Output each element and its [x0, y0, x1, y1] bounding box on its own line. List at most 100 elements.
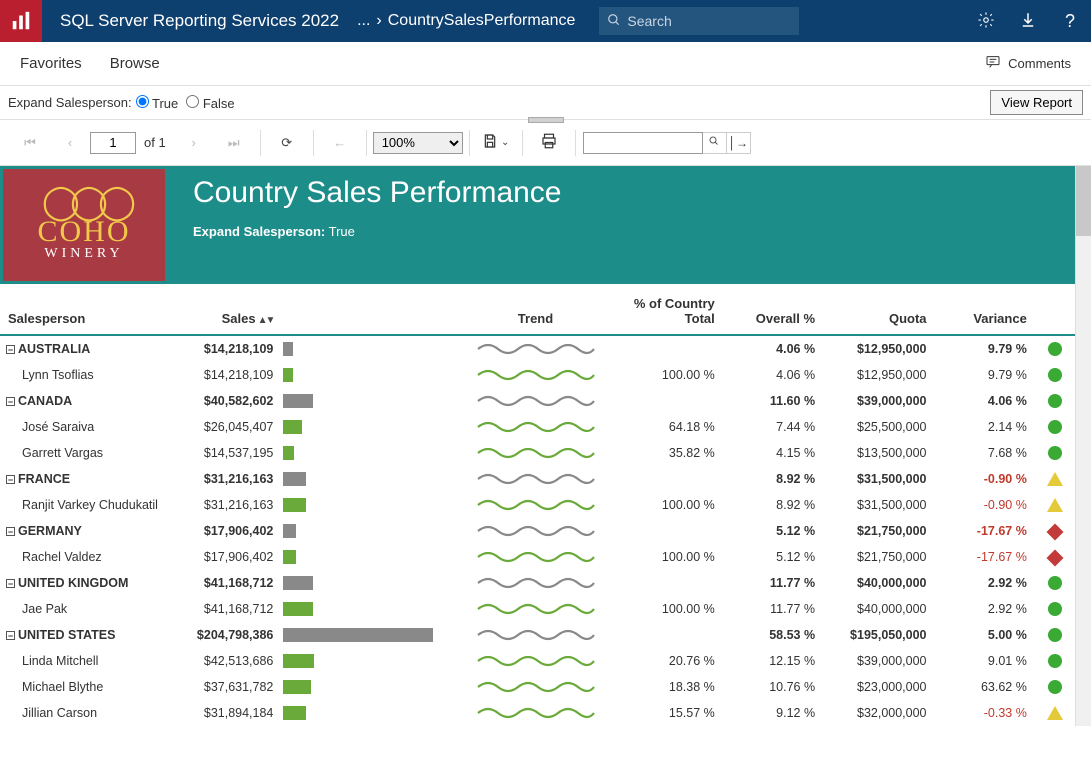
table-row: Garrett Vargas$14,537,19535.82 %4.15 %$1…	[0, 440, 1075, 466]
cell-sales: $42,513,686	[178, 648, 281, 674]
comments-button[interactable]: Comments	[984, 54, 1071, 73]
download-button[interactable]	[1007, 0, 1049, 42]
help-button[interactable]: ?	[1049, 0, 1091, 42]
cell-name: Lynn Tsoflias	[0, 362, 178, 388]
cell-overall: 11.60 %	[723, 388, 823, 414]
cell-overall: 4.06 %	[723, 335, 823, 362]
cell-pct-country: 18.38 %	[611, 674, 722, 700]
table-row: −AUSTRALIA$14,218,1094.06 %$12,950,0009.…	[0, 335, 1075, 362]
report-title: Country Sales Performance	[193, 176, 562, 210]
scrollbar-thumb[interactable]	[1076, 166, 1091, 236]
search-input[interactable]: Search	[599, 7, 799, 35]
kpi-indicator-icon	[1048, 680, 1062, 694]
chevron-down-icon: ⌄	[501, 137, 509, 148]
cell-bar	[281, 622, 459, 648]
cell-pct-country: 100.00 %	[611, 596, 722, 622]
find-input[interactable]	[583, 132, 703, 154]
arrow-right-icon: │→	[728, 136, 748, 150]
cell-indicator	[1035, 335, 1075, 362]
print-icon	[540, 132, 558, 153]
cell-indicator	[1035, 414, 1075, 440]
cell-overall: 58.53 %	[723, 622, 823, 648]
kpi-indicator-icon	[1048, 394, 1062, 408]
cell-sales: $31,894,184	[178, 700, 281, 726]
kpi-indicator-icon	[1046, 523, 1063, 540]
table-row: Michael Blythe$37,631,78218.38 %10.76 %$…	[0, 674, 1075, 700]
tab-browse[interactable]: Browse	[110, 55, 160, 72]
cell-trend	[460, 596, 612, 622]
page-number-input[interactable]	[90, 132, 136, 154]
first-page-button[interactable]: ⏮	[10, 123, 50, 163]
cell-bar	[281, 700, 459, 726]
cell-bar	[281, 335, 459, 362]
app-logo[interactable]	[0, 0, 42, 42]
kpi-indicator-icon	[1048, 342, 1062, 356]
cell-indicator	[1035, 622, 1075, 648]
save-button[interactable]: ⌄	[476, 123, 516, 163]
cell-sales: $26,045,407	[178, 414, 281, 440]
table-row: Linda Mitchell$42,513,68620.76 %12.15 %$…	[0, 648, 1075, 674]
back-button[interactable]: ←	[320, 123, 360, 163]
breadcrumb-report[interactable]: CountrySalesPerformance	[388, 12, 576, 30]
cell-trend	[460, 440, 612, 466]
cell-trend	[460, 544, 612, 570]
find-button[interactable]	[703, 132, 727, 154]
cell-variance: 4.06 %	[935, 388, 1035, 414]
view-report-button[interactable]: View Report	[990, 90, 1083, 115]
cell-quota: $12,950,000	[823, 362, 934, 388]
kpi-indicator-icon	[1047, 706, 1063, 720]
last-page-icon: ⏭	[228, 135, 240, 151]
last-page-button[interactable]: ⏭	[214, 123, 254, 163]
cell-trend	[460, 388, 612, 414]
cell-bar	[281, 466, 459, 492]
cell-quota: $31,500,000	[823, 466, 934, 492]
col-overall[interactable]: Overall %	[723, 290, 823, 335]
col-trend[interactable]: Trend	[460, 290, 612, 335]
cell-indicator	[1035, 544, 1075, 570]
expand-toggle[interactable]: −	[6, 527, 15, 536]
data-table: Salesperson Sales▲▼ Trend % of Country T…	[0, 290, 1075, 726]
save-icon	[482, 133, 498, 152]
expand-toggle[interactable]: −	[6, 631, 15, 640]
expand-toggle[interactable]: −	[6, 475, 15, 484]
table-row: Jae Pak$41,168,712100.00 %11.77 %$40,000…	[0, 596, 1075, 622]
splitter-grip[interactable]	[528, 117, 564, 123]
col-sales[interactable]: Sales▲▼	[178, 290, 281, 335]
cell-name: Michael Blythe	[0, 674, 178, 700]
vertical-scrollbar[interactable]	[1075, 166, 1091, 726]
cell-trend	[460, 414, 612, 440]
print-button[interactable]	[529, 123, 569, 163]
app-title[interactable]: SQL Server Reporting Services 2022	[42, 11, 357, 31]
cell-quota: $39,000,000	[823, 388, 934, 414]
report-param-display: Expand Salesperson: True	[193, 224, 562, 239]
tab-favorites[interactable]: Favorites	[20, 55, 82, 72]
find-next-button[interactable]: │→	[727, 132, 751, 154]
breadcrumb-ellipsis[interactable]: ...	[357, 12, 370, 30]
expand-toggle[interactable]: −	[6, 345, 15, 354]
cell-pct-country	[611, 518, 722, 544]
radio-true[interactable]: True	[136, 95, 179, 111]
cell-trend	[460, 674, 612, 700]
zoom-select[interactable]: 100%	[373, 132, 463, 154]
kpi-indicator-icon	[1048, 368, 1062, 382]
comment-icon	[984, 54, 1002, 73]
col-pct-country[interactable]: % of Country Total	[611, 290, 722, 335]
col-variance[interactable]: Variance	[935, 290, 1035, 335]
table-row: −FRANCE$31,216,1638.92 %$31,500,000-0.90…	[0, 466, 1075, 492]
kpi-indicator-icon	[1048, 576, 1062, 590]
expand-toggle[interactable]: −	[6, 579, 15, 588]
expand-toggle[interactable]: −	[6, 397, 15, 406]
cell-quota: $39,000,000	[823, 648, 934, 674]
kpi-indicator-icon	[1048, 654, 1062, 668]
col-quota[interactable]: Quota	[823, 290, 934, 335]
next-page-button[interactable]: ›	[174, 123, 214, 163]
cell-overall: 12.15 %	[723, 648, 823, 674]
settings-button[interactable]	[965, 0, 1007, 42]
radio-false[interactable]: False	[186, 95, 234, 111]
cell-pct-country: 100.00 %	[611, 492, 722, 518]
col-salesperson[interactable]: Salesperson	[0, 290, 178, 335]
cell-bar	[281, 674, 459, 700]
table-row: −UNITED KINGDOM$41,168,71211.77 %$40,000…	[0, 570, 1075, 596]
refresh-button[interactable]: ⟳	[267, 123, 307, 163]
prev-page-button[interactable]: ‹	[50, 123, 90, 163]
